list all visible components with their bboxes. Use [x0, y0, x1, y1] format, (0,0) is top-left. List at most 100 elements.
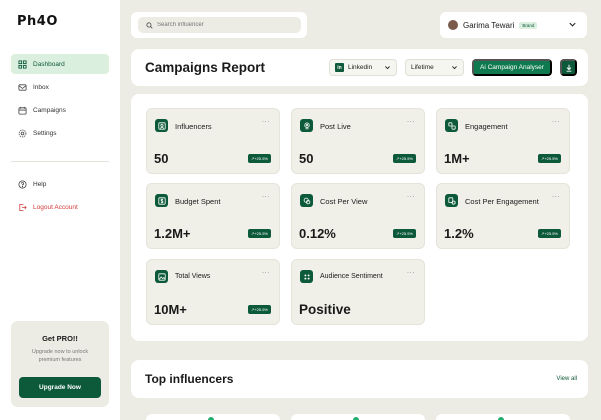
influencer-card[interactable]	[291, 414, 425, 420]
stat-label: Total Views	[175, 273, 211, 280]
mail-icon	[17, 82, 27, 92]
coins-icon	[300, 194, 313, 207]
stat-label: Post Live	[320, 122, 351, 131]
upgrade-now-button[interactable]: Upgrade Now	[19, 377, 101, 398]
user-menu[interactable]: Garima Tewari Brand	[440, 12, 587, 38]
more-options-icon[interactable]: ...	[552, 190, 560, 199]
trend-badge: ↗ +25.5%	[537, 154, 561, 163]
sidebar-item-label: Logout Account	[33, 203, 78, 211]
stat-label: Budget Spent	[175, 197, 221, 206]
avatar	[448, 20, 458, 30]
trend-badge: ↗ +25.5%	[247, 154, 271, 163]
sidebar-item-dashboard[interactable]: Dashboard	[11, 54, 109, 74]
sidebar-item-settings[interactable]: Settings	[11, 123, 109, 143]
chevron-down-icon[interactable]	[568, 20, 577, 29]
stat-label: Cost Per View	[320, 197, 368, 206]
trend-value: +25.5%	[544, 156, 558, 161]
chevron-down-icon	[385, 66, 390, 70]
search-input[interactable]	[157, 22, 297, 28]
page-title: Campaigns Report	[145, 60, 266, 75]
stat-value: 1.2%	[444, 226, 474, 241]
sidebar-item-label: Inbox	[33, 83, 49, 91]
chevron-down-icon	[452, 66, 457, 70]
sidebar-item-label: Help	[33, 180, 47, 188]
sidebar-item-help[interactable]: Help	[11, 174, 109, 194]
stat-card-cost-per-view[interactable]: Cost Per View ... 0.12% ↗ +25.5%	[291, 183, 425, 249]
ai-campaign-analyser-button[interactable]: Ai Campaign Analyser	[472, 59, 552, 76]
stat-value: Positive	[299, 302, 351, 317]
more-options-icon[interactable]: ...	[262, 115, 270, 124]
stats-panel: Influencers ... 50 ↗ +25.5% Post Live ..…	[131, 94, 588, 341]
influencer-card[interactable]	[436, 414, 570, 420]
more-options-icon[interactable]: ...	[407, 115, 415, 124]
influencer-card[interactable]	[146, 414, 280, 420]
stat-value: 1M+	[444, 151, 470, 166]
trend-value: +25.5%	[254, 231, 268, 236]
trend-value: +25.5%	[254, 156, 268, 161]
stat-value: 50	[299, 151, 314, 166]
stat-card-cost-per-engagement[interactable]: Cost Per Engagement ... 1.2% ↗ +25.5%	[436, 183, 570, 249]
help-icon	[17, 179, 27, 189]
sidebar-secondary-nav: Help Logout Account	[11, 174, 109, 220]
stat-value: 1.2M+	[154, 226, 191, 241]
trend-value: +25.5%	[544, 231, 558, 236]
image-icon	[155, 270, 168, 283]
sidebar-item-label: Settings	[33, 129, 57, 137]
more-options-icon[interactable]: ...	[552, 115, 560, 124]
pro-upgrade-card: Get PRO!! Upgrade now to unlock premium …	[11, 321, 109, 407]
logout-icon	[17, 202, 27, 212]
trend-badge: ↗ +25.5%	[247, 305, 271, 314]
app-logo[interactable]: Ph4O	[17, 14, 58, 29]
sidebar-item-logout[interactable]: Logout Account	[11, 197, 109, 217]
trend-value: +25.5%	[399, 231, 413, 236]
sentiment-icon	[300, 270, 313, 283]
stat-card-influencers[interactable]: Influencers ... 50 ↗ +25.5%	[146, 108, 280, 174]
platform-select[interactable]: in Linkedin	[329, 59, 397, 76]
sidebar-item-campaigns[interactable]: Campaigns	[11, 100, 109, 120]
trend-badge: ↗ +25.5%	[537, 229, 561, 238]
stat-label: Audience Sentiment	[320, 273, 383, 280]
sidebar-nav: Dashboard Inbox Campaigns Settings	[11, 54, 109, 146]
grid-icon	[17, 59, 27, 69]
sidebar-item-label: Campaigns	[33, 106, 66, 114]
stat-card-total-views[interactable]: Total Views ... 10M+ ↗ +25.5%	[146, 259, 280, 325]
more-options-icon[interactable]: ...	[262, 266, 270, 275]
linkedin-icon: in	[335, 63, 344, 72]
stat-card-budget-spent[interactable]: Budget Spent ... 1.2M+ ↗ +25.5%	[146, 183, 280, 249]
user-role-badge: Brand	[519, 21, 538, 29]
download-button[interactable]	[560, 59, 577, 76]
section-title: Top influencers	[145, 372, 234, 386]
period-select[interactable]: Lifetime	[405, 59, 464, 76]
stat-label: Influencers	[175, 122, 212, 131]
trend-badge: ↗ +25.5%	[392, 154, 416, 163]
trend-value: +25.5%	[399, 156, 413, 161]
more-options-icon[interactable]: ...	[407, 190, 415, 199]
search-field[interactable]	[138, 17, 301, 33]
trend-value: +25.5%	[254, 307, 268, 312]
user-icon	[155, 119, 168, 132]
sidebar-item-inbox[interactable]: Inbox	[11, 77, 109, 97]
top-influencers-header: Top influencers View all	[131, 360, 588, 398]
engagement-icon	[445, 119, 458, 132]
pro-title: Get PRO!!	[42, 334, 78, 343]
sidebar-item-label: Dashboard	[33, 60, 65, 68]
stat-card-audience-sentiment[interactable]: Audience Sentiment ... Positive	[291, 259, 425, 325]
sidebar: Ph4O Dashboard Inbox Campaigns Settings	[0, 0, 120, 420]
stat-value: 50	[154, 151, 169, 166]
trend-badge: ↗ +25.5%	[247, 229, 271, 238]
view-all-link[interactable]: View all	[556, 376, 577, 382]
trend-badge: ↗ +25.5%	[392, 229, 416, 238]
user-name: Garima Tewari	[463, 20, 515, 30]
stat-value: 0.12%	[299, 226, 336, 241]
stat-label: Cost Per Engagement	[465, 197, 539, 206]
search-bar	[131, 12, 307, 38]
period-value: Lifetime	[411, 64, 434, 71]
stat-card-post-live[interactable]: Post Live ... 50 ↗ +25.5%	[291, 108, 425, 174]
more-options-icon[interactable]: ...	[262, 190, 270, 199]
more-options-icon[interactable]: ...	[407, 266, 415, 275]
search-icon	[146, 21, 153, 29]
pro-subtitle: Upgrade now to unlock premium features	[31, 349, 89, 363]
stat-card-engagement[interactable]: Engagement ... 1M+ ↗ +25.5%	[436, 108, 570, 174]
calendar-icon	[17, 105, 27, 115]
download-icon	[566, 64, 571, 72]
